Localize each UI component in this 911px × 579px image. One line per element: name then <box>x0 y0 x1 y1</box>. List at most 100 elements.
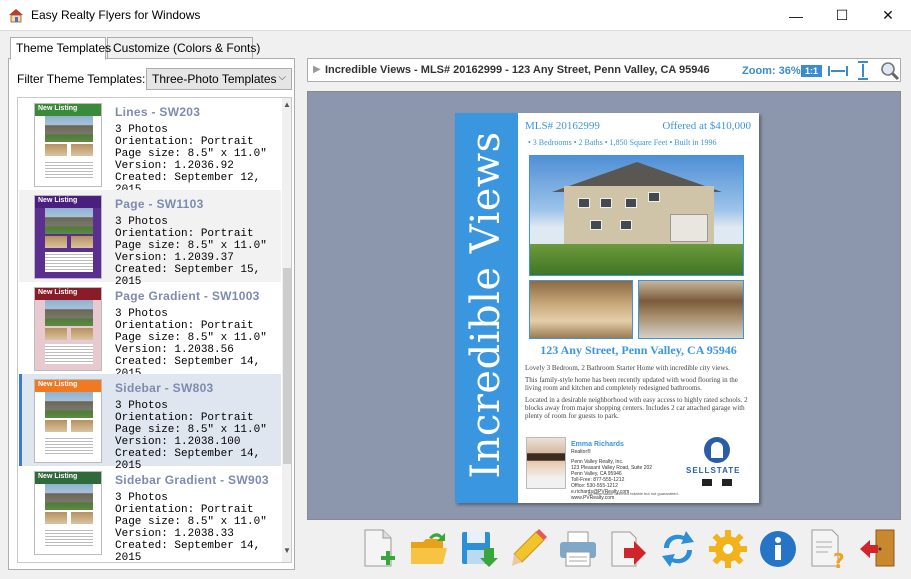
fit-height-icon[interactable] <box>856 60 870 81</box>
thumbnail-house-photo <box>45 484 93 510</box>
template-photos: 3 Photos <box>115 216 168 228</box>
template-thumbnail: New Listing <box>34 287 102 371</box>
minimize-button[interactable]: — <box>773 0 819 31</box>
template-photos: 3 Photos <box>115 308 168 320</box>
thumbnail-text-lines <box>45 528 93 548</box>
maximize-button[interactable]: ☐ <box>819 0 865 31</box>
flyer-headline: Incredible Views <box>463 131 509 479</box>
filter-label: Filter Theme Templates: <box>17 72 146 86</box>
template-list[interactable]: New Listing Lines - SW203 3 Photos Orientat… <box>17 97 292 563</box>
template-list-item[interactable]: New Listing Sidebar Gradient - SW903 3 Pho… <box>19 466 281 562</box>
thumbnail-photo-right <box>71 420 93 432</box>
template-title: Lines - SW203 <box>115 105 201 119</box>
mls-logo-icon <box>702 479 712 486</box>
template-list-item[interactable]: New Listing Page Gradient - SW1003 3 Photo… <box>19 282 281 380</box>
preview-info-bar: ▶ Incredible Views - MLS# 20162999 - 123… <box>307 58 901 82</box>
thumbnail-photo-right <box>71 512 93 524</box>
flyer-kitchen-photo <box>638 280 744 339</box>
thumbnail-banner: New Listing <box>35 472 101 484</box>
tab-content: Filter Theme Templates: Three-Photo Temp… <box>8 58 295 570</box>
thumbnail-house-photo <box>45 300 93 326</box>
thumbnail-photo-left <box>45 144 67 156</box>
help-button[interactable]: ? <box>806 526 850 573</box>
list-scrollbar[interactable]: ▲ ▼ <box>282 98 291 562</box>
template-panel: Theme Templates Customize (Colors & Font… <box>8 37 295 570</box>
info-button[interactable] <box>756 526 800 572</box>
title-bar: Easy Realty Flyers for Windows — ☐ ✕ <box>0 0 911 31</box>
equal-housing-icon <box>722 479 732 486</box>
agent-name: Emma Richards <box>571 441 624 448</box>
open-button[interactable] <box>407 526 451 572</box>
template-list-item[interactable]: New Listing Lines - SW203 3 Photos Orientat… <box>19 98 281 196</box>
refresh-button[interactable] <box>656 526 700 572</box>
template-version: Version: 1.2036.92 <box>115 160 234 172</box>
flyer-sidebar: Incredible Views <box>455 113 518 503</box>
agent-photo <box>526 437 566 489</box>
export-button[interactable] <box>606 526 650 572</box>
template-title: Page Gradient - SW1003 <box>115 289 260 303</box>
save-disk-icon <box>462 532 498 567</box>
new-document-button[interactable] <box>357 526 401 572</box>
template-page-size: Page size: 8.5" x 11.0" <box>115 424 267 436</box>
save-button[interactable] <box>456 526 500 572</box>
template-orientation: Orientation: Portrait <box>115 136 254 148</box>
template-created: Created: September 14, 2015 <box>115 540 261 563</box>
export-arrow-icon <box>611 531 646 567</box>
template-thumbnail: New Listing <box>34 379 102 463</box>
template-photos: 3 Photos <box>115 400 168 412</box>
thumbnail-photo-left <box>45 236 67 248</box>
template-version: Version: 1.2038.100 <box>115 436 241 448</box>
chevron-down-icon: ⌵ <box>278 72 286 83</box>
template-details: 3 Photos Orientation: Portrait Page size: … <box>115 400 281 472</box>
thumbnail-photo-right <box>71 328 93 340</box>
thumbnail-photo-right <box>71 236 93 248</box>
scroll-up-arrow-icon[interactable]: ▲ <box>282 100 291 114</box>
thumbnail-banner: New Listing <box>35 196 101 208</box>
exit-button[interactable] <box>856 526 900 572</box>
open-folder-icon <box>411 533 447 564</box>
template-thumbnail: New Listing <box>34 471 102 555</box>
flyer-mls: MLS# 20162999 <box>525 120 600 132</box>
preview-canvas[interactable]: Incredible Views MLS# 20162999 Offered a… <box>307 91 901 520</box>
flyer-living-room-photo <box>529 280 633 339</box>
flyer-paragraph-3: Located in a desirable neighborhood with… <box>525 396 748 420</box>
close-icon: ✕ <box>882 7 894 23</box>
thumbnail-text-lines <box>45 160 93 180</box>
filter-dropdown[interactable]: Three-Photo Templates ⌵ <box>146 68 292 90</box>
flyer-preview[interactable]: Incredible Views MLS# 20162999 Offered a… <box>455 113 759 503</box>
scroll-down-arrow-icon[interactable]: ▼ <box>282 546 291 560</box>
edit-button[interactable] <box>506 526 550 572</box>
magnifier-icon[interactable] <box>880 61 900 81</box>
settings-button[interactable] <box>706 526 750 572</box>
flyer-features: • 3 Bedrooms • 2 Baths • 1,850 Square Fe… <box>528 138 717 147</box>
flyer-description: Lovely 3 Bedroom, 2 Bathroom Starter Hom… <box>525 364 753 424</box>
thumbnail-banner: New Listing <box>35 288 101 300</box>
brand-name: SELLSTATE <box>686 466 741 475</box>
tab-customize[interactable]: Customize (Colors & Fonts) <box>107 37 260 59</box>
filter-value: Three-Photo Templates <box>152 72 277 86</box>
maximize-icon: ☐ <box>835 7 849 23</box>
thumbnail-photo-left <box>45 328 67 340</box>
template-page-size: Page size: 8.5" x 11.0" <box>115 240 267 252</box>
template-details: 3 Photos Orientation: Portrait Page size: … <box>115 492 281 563</box>
minimize-icon: — <box>789 7 803 24</box>
scroll-thumb[interactable] <box>283 268 291 464</box>
thumbnail-house-photo <box>45 392 93 418</box>
flyer-paragraph-1: Lovely 3 Bedroom, 2 Bathroom Starter Hom… <box>525 364 730 372</box>
selection-marker <box>19 374 22 466</box>
template-list-item[interactable]: New Listing Page - SW1103 3 Photos Orientat… <box>19 190 281 288</box>
tab-theme-templates[interactable]: Theme Templates <box>10 37 111 60</box>
template-thumbnail: New Listing <box>34 103 102 187</box>
template-version: Version: 1.2039.37 <box>115 252 234 264</box>
template-list-item[interactable]: New Listing Sidebar - SW803 3 Photos Orient… <box>19 374 281 472</box>
close-button[interactable]: ✕ <box>865 0 911 31</box>
flyer-paragraph-2: This family-style home has been recently… <box>525 376 738 392</box>
zoom-actual-size-button[interactable]: 1:1 <box>801 65 822 77</box>
thumbnail-house-photo <box>45 116 93 142</box>
agent-role: Realtor® <box>571 449 591 455</box>
print-button[interactable] <box>556 526 600 572</box>
flyer-price: Offered at $410,000 <box>662 120 751 132</box>
pencil-edit-icon <box>512 529 547 566</box>
flyer-address: 123 Any Street, Penn Valley, CA 95946 <box>540 343 737 357</box>
fit-width-icon[interactable] <box>827 64 849 78</box>
